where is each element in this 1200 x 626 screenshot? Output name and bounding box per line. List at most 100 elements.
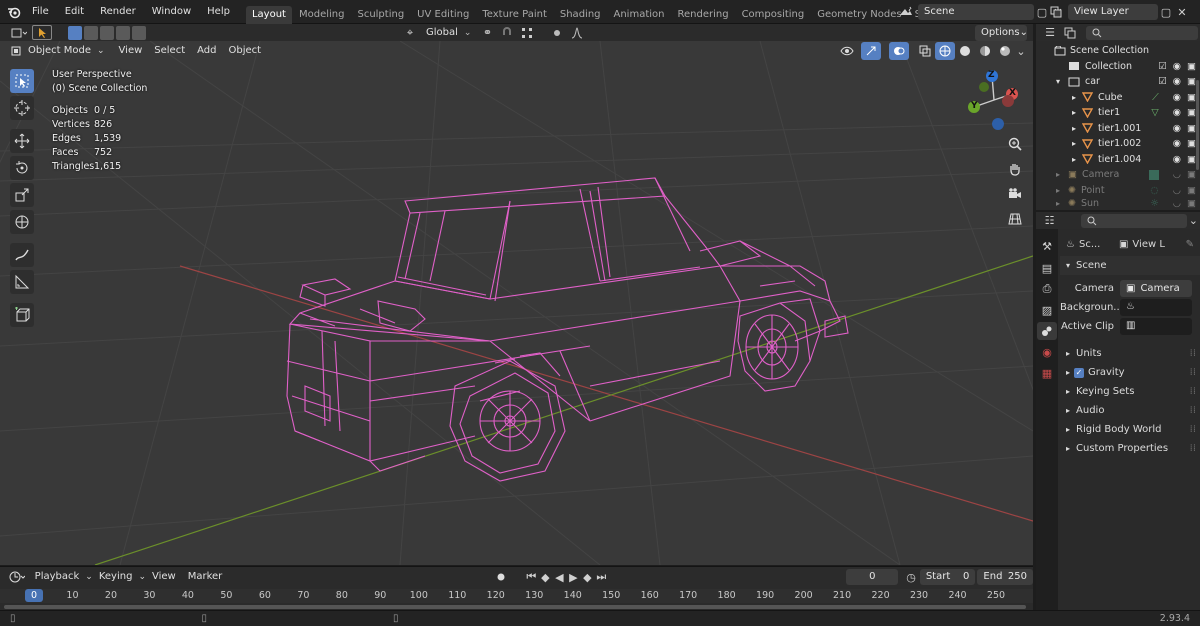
current-frame-field[interactable]: 0 — [846, 569, 899, 585]
pin-icon[interactable]: ✎ — [1186, 239, 1194, 250]
camera-icon[interactable]: ▣ — [1187, 59, 1196, 75]
eye-icon[interactable]: ◉ — [1173, 152, 1181, 168]
checkbox-icon[interactable]: ☑ — [1158, 74, 1167, 90]
expand-arrow-icon[interactable]: ▸ — [1072, 152, 1082, 168]
outliner-item-tier1-002[interactable]: ▸ tier1.002 ◉ ▣ — [1036, 136, 1200, 152]
tool-rotate[interactable] — [10, 156, 34, 180]
gravity-panel-header[interactable]: ▸ ✓ Gravity ⁞⁞ — [1060, 363, 1200, 382]
expand-arrow-icon[interactable]: ▸ — [1072, 90, 1082, 106]
menu-select[interactable]: Select — [148, 43, 191, 59]
end-frame-field[interactable]: End 250 — [977, 569, 1034, 585]
camera-icon[interactable]: ▣ — [1187, 167, 1196, 183]
tab-texture-paint[interactable]: Texture Paint — [476, 6, 553, 24]
eye-icon[interactable]: ◉ — [1173, 74, 1181, 90]
blender-logo-icon[interactable] — [4, 3, 24, 21]
expand-arrow-icon[interactable]: ▾ — [1056, 74, 1068, 90]
camera-icon[interactable]: ▣ — [1187, 74, 1196, 90]
properties-options-icon[interactable]: ⌄ — [1187, 212, 1200, 230]
ortho-grid-icon[interactable] — [1005, 208, 1025, 230]
keying-sets-panel-header[interactable]: ▸ Keying Sets ⁞⁞ — [1060, 382, 1200, 401]
select-tool-icon[interactable] — [32, 25, 52, 40]
tab-uv-editing[interactable]: UV Editing — [411, 6, 475, 24]
drag-handle-icon[interactable]: ⁞⁞ — [1190, 363, 1196, 382]
tab-sculpting[interactable]: Sculpting — [351, 6, 410, 24]
menu-edit[interactable]: Edit — [57, 0, 92, 24]
delete-view-layer-icon[interactable]: ✕ — [1174, 3, 1190, 21]
menu-view[interactable]: View — [113, 43, 149, 59]
expand-arrow-icon[interactable]: ▸ — [1072, 105, 1082, 121]
drag-handle-icon[interactable]: ⁞⁞ — [1190, 439, 1196, 458]
xray-icon[interactable] — [915, 42, 935, 60]
select-mode-subtract-icon[interactable] — [100, 25, 114, 40]
object-mode-icon[interactable] — [6, 42, 26, 60]
visibility-selectability-icon[interactable] — [837, 42, 857, 60]
orientation-icon[interactable]: ⌖ — [400, 24, 420, 42]
record-icon[interactable] — [492, 568, 510, 586]
outliner-scrollbar[interactable] — [1196, 80, 1199, 170]
falloff-icon[interactable] — [567, 24, 587, 42]
tool-select-box[interactable] — [10, 69, 34, 93]
select-mode-intersect-icon[interactable] — [132, 25, 146, 40]
properties-search-input[interactable] — [1081, 213, 1187, 228]
timeline-scrollbar[interactable] — [4, 605, 1026, 609]
gizmo-neg-z-icon[interactable] — [992, 118, 1004, 130]
gizmo-neg-y-icon[interactable] — [979, 82, 989, 92]
tab-view-layer-icon[interactable]: ▨ — [1037, 301, 1057, 319]
solid-shading-icon[interactable] — [955, 42, 975, 60]
camera-icon[interactable]: ▣ — [1187, 136, 1196, 152]
outliner-item-car[interactable]: ▾ car ☑ ◉ ▣ — [1036, 74, 1200, 90]
orientation-dropdown[interactable]: Global — [420, 25, 464, 41]
tab-render-icon[interactable]: ▤ — [1037, 259, 1057, 277]
outliner-item-tier1-001[interactable]: ▸ tier1.001 ◉ ▣ — [1036, 121, 1200, 137]
show-gizmo-icon[interactable] — [861, 42, 881, 60]
outliner-search-input[interactable] — [1086, 25, 1198, 40]
tab-rendering[interactable]: Rendering — [671, 6, 734, 24]
active-clip-field[interactable]: ▥ — [1120, 318, 1192, 335]
tab-world-icon[interactable]: ◉ — [1037, 343, 1057, 361]
menu-file[interactable]: File — [24, 0, 57, 24]
wireframe-shading-icon[interactable] — [935, 42, 955, 60]
scene-panel-header[interactable]: ▾ Scene — [1060, 256, 1200, 275]
outliner-item-point[interactable]: ▸ ✺ Point ◌ ◡ ▣ — [1036, 183, 1200, 199]
snap-icon[interactable] — [497, 24, 517, 42]
play-reverse-icon[interactable]: ◀ — [552, 568, 566, 586]
rendered-shading-icon[interactable] — [995, 42, 1015, 60]
3d-viewport[interactable]: User Perspective (0) Scene Collection Ob… — [0, 41, 1033, 565]
jump-end-icon[interactable]: ⏭ — [594, 568, 608, 586]
play-icon[interactable]: ▶ — [566, 568, 580, 586]
menu-object[interactable]: Object — [223, 43, 268, 59]
eye-icon[interactable]: ◉ — [1173, 59, 1181, 75]
expand-arrow-icon[interactable]: ▸ — [1056, 183, 1068, 199]
jump-start-icon[interactable]: ⏮ — [524, 568, 538, 586]
drag-handle-icon[interactable]: ⁞⁞ — [1190, 382, 1196, 401]
mode-dropdown[interactable]: Object Mode — [26, 43, 97, 59]
navigation-gizmo[interactable]: Z Y X — [962, 67, 1026, 133]
camera-icon[interactable]: ▣ — [1187, 183, 1196, 199]
outliner-item-sun[interactable]: ▸ ✺ Sun ☼ ◡ ▣ — [1036, 198, 1200, 210]
tool-transform[interactable] — [10, 210, 34, 234]
tab-texture-icon[interactable]: ▦ — [1037, 364, 1057, 382]
audio-panel-header[interactable]: ▸ Audio ⁞⁞ — [1060, 401, 1200, 420]
gravity-checkbox[interactable]: ✓ — [1074, 367, 1085, 378]
rigid-body-world-panel-header[interactable]: ▸ Rigid Body World ⁞⁞ — [1060, 420, 1200, 439]
tool-move[interactable] — [10, 129, 34, 153]
view-layer-icon[interactable] — [1046, 3, 1066, 21]
scene-icon[interactable] — [896, 3, 916, 21]
pan-hand-icon[interactable] — [1005, 158, 1025, 180]
eye-icon[interactable]: ◉ — [1173, 90, 1181, 106]
shading-options-chevron-icon[interactable]: ⌄ — [1015, 42, 1027, 60]
tool-scale[interactable] — [10, 183, 34, 207]
tab-scene-icon[interactable] — [1037, 322, 1057, 340]
tool-add-cube[interactable] — [10, 303, 34, 327]
jump-keyframe-forward-icon[interactable]: ◆ — [580, 568, 594, 586]
outliner-item-tier1-004[interactable]: ▸ tier1.004 ◉ ▣ — [1036, 152, 1200, 168]
show-overlays-icon[interactable] — [889, 42, 909, 60]
select-mode-invert-icon[interactable] — [116, 25, 130, 40]
zoom-icon[interactable] — [1005, 133, 1025, 155]
tab-compositing[interactable]: Compositing — [736, 6, 811, 24]
outliner-item-collection[interactable]: Collection ☑ ◉ ▣ — [1036, 59, 1200, 75]
drag-handle-icon[interactable]: ⁞⁞ — [1190, 401, 1196, 420]
tab-modeling[interactable]: Modeling — [293, 6, 351, 24]
breadcrumb-scene[interactable]: Sc... — [1079, 239, 1119, 250]
proportional-edit-icon[interactable] — [547, 24, 567, 42]
